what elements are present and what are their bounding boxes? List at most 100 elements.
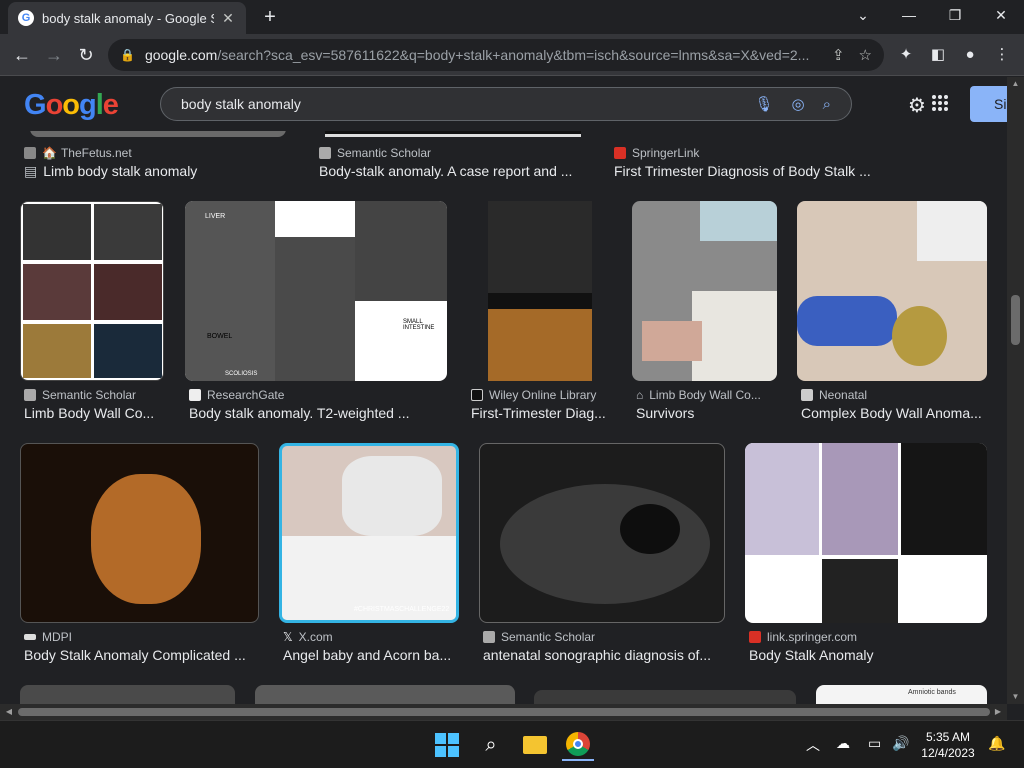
restore-button[interactable]: ❐ xyxy=(932,0,978,30)
file-explorer-icon[interactable] xyxy=(519,729,551,761)
browser-toolbar: ← → ↻ 🔒 google.com/search?sca_esv=587611… xyxy=(0,34,1024,76)
result-caption[interactable]: Complex Body Wall Anoma... xyxy=(801,405,991,421)
reload-button[interactable]: ↻ xyxy=(72,41,100,69)
tab-close-icon[interactable]: ✕ xyxy=(220,10,236,27)
minimize-button[interactable]: — xyxy=(886,0,932,30)
result-caption[interactable]: Limb Body Wall Co... xyxy=(24,405,164,421)
settings-gear-icon[interactable]: ⚙ xyxy=(908,93,926,118)
result-image[interactable] xyxy=(745,443,987,623)
cloud-offline-icon[interactable]: ☁ xyxy=(836,735,850,752)
google-favicon-icon: G xyxy=(18,10,34,26)
result-source[interactable]: Wiley Online Library xyxy=(471,388,621,402)
result-image[interactable]: Amniotic bands xyxy=(816,685,987,704)
image-overlay-text: #CHRISTMASCHALLENGE22 xyxy=(354,606,450,613)
horizontal-scroll-thumb[interactable] xyxy=(18,708,990,716)
result-image[interactable] xyxy=(534,690,796,704)
mic-icon[interactable]: 🎙 xyxy=(754,95,773,113)
volume-icon[interactable]: 🔊 xyxy=(892,735,909,752)
window-close-button[interactable]: ✕ xyxy=(978,0,1024,30)
result-caption[interactable]: Angel baby and Acorn ba... xyxy=(283,647,458,663)
result-image[interactable] xyxy=(20,201,164,381)
result-source[interactable]: Semantic Scholar xyxy=(483,630,723,644)
site-icon xyxy=(801,389,813,401)
share-icon[interactable]: ⇪ xyxy=(832,46,845,64)
logo-letter: g xyxy=(79,89,97,121)
result-source[interactable]: ⌂ Limb Body Wall Co... xyxy=(636,388,781,402)
sign-in-button[interactable]: Si xyxy=(970,86,1010,122)
result-source[interactable]: 🏠 TheFetus.net xyxy=(24,146,284,160)
result-image[interactable] xyxy=(632,201,777,381)
menu-kebab-icon[interactable]: ⋮ xyxy=(988,41,1016,69)
search-icon[interactable]: ⌕ xyxy=(823,96,831,113)
new-tab-button[interactable]: + xyxy=(258,6,282,30)
result-image[interactable]: LIVER BOWEL SCOLIOSIS SMALL INTESTINE xyxy=(185,201,447,381)
result-caption[interactable]: Body Stalk Anomaly xyxy=(749,647,989,663)
result-image[interactable] xyxy=(30,131,286,137)
result-caption[interactable]: First Trimester Diagnosis of Body Stalk … xyxy=(614,163,894,179)
logo-letter: G xyxy=(24,89,47,121)
google-logo[interactable]: Google xyxy=(24,89,119,122)
search-box[interactable]: body stalk anomaly 🎙 ◎ ⌕ xyxy=(160,87,852,121)
result-source[interactable]: MDPI xyxy=(24,630,254,644)
vertical-scroll-thumb[interactable] xyxy=(1011,295,1020,345)
result-caption[interactable]: Body stalk anomaly. T2-weighted ... xyxy=(189,405,449,421)
result-source[interactable]: link.springer.com xyxy=(749,630,989,644)
site-icon xyxy=(24,147,36,159)
result-source[interactable]: SpringerLink xyxy=(614,146,874,160)
taskbar-search-icon[interactable]: ⌕ xyxy=(475,729,507,761)
scroll-left-arrow-icon[interactable]: ◀ xyxy=(2,704,16,720)
forward-button[interactable]: → xyxy=(40,41,68,69)
result-caption[interactable]: Body Stalk Anomaly Complicated ... xyxy=(24,647,254,663)
result-source[interactable]: Neonatal xyxy=(801,388,991,402)
horizontal-scrollbar[interactable]: ◀ ▶ xyxy=(0,704,1007,720)
logo-letter: o xyxy=(45,89,64,121)
taskbar-clock[interactable]: 5:35 AM 12/4/2023 xyxy=(918,729,978,761)
bookmark-star-icon[interactable]: ☆ xyxy=(859,46,872,64)
tab-search-icon[interactable]: ⌄ xyxy=(840,0,886,30)
result-source[interactable]: Semantic Scholar xyxy=(319,146,579,160)
back-button[interactable]: ← xyxy=(8,41,36,69)
result-image[interactable] xyxy=(325,131,581,137)
result-image[interactable] xyxy=(797,201,987,381)
logo-letter: o xyxy=(62,89,80,121)
result-image[interactable]: #CHRISTMASCHALLENGE22 xyxy=(279,443,459,623)
result-caption[interactable]: First-Trimester Diag... xyxy=(471,405,616,421)
site-icon xyxy=(319,147,331,159)
side-panel-icon[interactable]: ◧ xyxy=(924,41,952,69)
browser-tab[interactable]: G body stalk anomaly - Google Se ✕ xyxy=(8,2,246,34)
clock-date: 12/4/2023 xyxy=(921,746,975,760)
google-header: Google body stalk anomaly 🎙 ◎ ⌕ ⚙ Si xyxy=(0,77,1010,131)
result-image[interactable] xyxy=(479,443,725,623)
network-icon[interactable]: ▭ xyxy=(868,735,881,752)
site-icon xyxy=(24,634,36,640)
scroll-down-arrow-icon[interactable]: ▼ xyxy=(1007,690,1024,704)
result-image[interactable] xyxy=(488,201,592,381)
result-caption[interactable]: antenatal sonographic diagnosis of... xyxy=(483,647,723,663)
chrome-icon[interactable] xyxy=(562,729,594,761)
home-icon: ⌂ xyxy=(636,388,644,402)
start-windows-icon[interactable] xyxy=(431,729,463,761)
result-caption[interactable]: Survivors xyxy=(636,405,781,421)
vertical-scrollbar[interactable]: ▲ ▼ xyxy=(1007,77,1024,704)
scroll-right-arrow-icon[interactable]: ▶ xyxy=(991,704,1005,720)
lock-icon[interactable]: 🔒 xyxy=(120,48,135,62)
address-bar[interactable]: 🔒 google.com/search?sca_esv=587611622&q=… xyxy=(108,39,884,71)
result-image[interactable] xyxy=(255,685,515,704)
result-source[interactable]: ResearchGate xyxy=(189,388,449,402)
apps-grid-icon[interactable] xyxy=(932,95,948,111)
result-source[interactable]: 𝕏 X.com xyxy=(283,630,458,644)
tab-title: body stalk anomaly - Google Se xyxy=(42,10,214,26)
scroll-up-arrow-icon[interactable]: ▲ xyxy=(1007,77,1024,91)
search-query[interactable]: body stalk anomaly xyxy=(181,96,736,112)
document-icon: ▤ xyxy=(24,163,38,179)
result-source[interactable]: Semantic Scholar xyxy=(24,388,174,402)
result-image[interactable] xyxy=(20,685,235,704)
profile-icon[interactable]: ● xyxy=(956,41,984,69)
result-caption[interactable]: Body-stalk anomaly. A case report and ..… xyxy=(319,163,589,179)
tray-chevron-icon[interactable]: ︿ xyxy=(806,735,820,755)
result-caption[interactable]: ▤ Limb body stalk anomaly xyxy=(24,163,294,180)
lens-icon[interactable]: ◎ xyxy=(792,95,805,113)
notification-bell-icon[interactable]: 🔔 xyxy=(988,735,1005,752)
extensions-icon[interactable]: ✦ xyxy=(892,41,920,69)
result-image[interactable] xyxy=(20,443,259,623)
